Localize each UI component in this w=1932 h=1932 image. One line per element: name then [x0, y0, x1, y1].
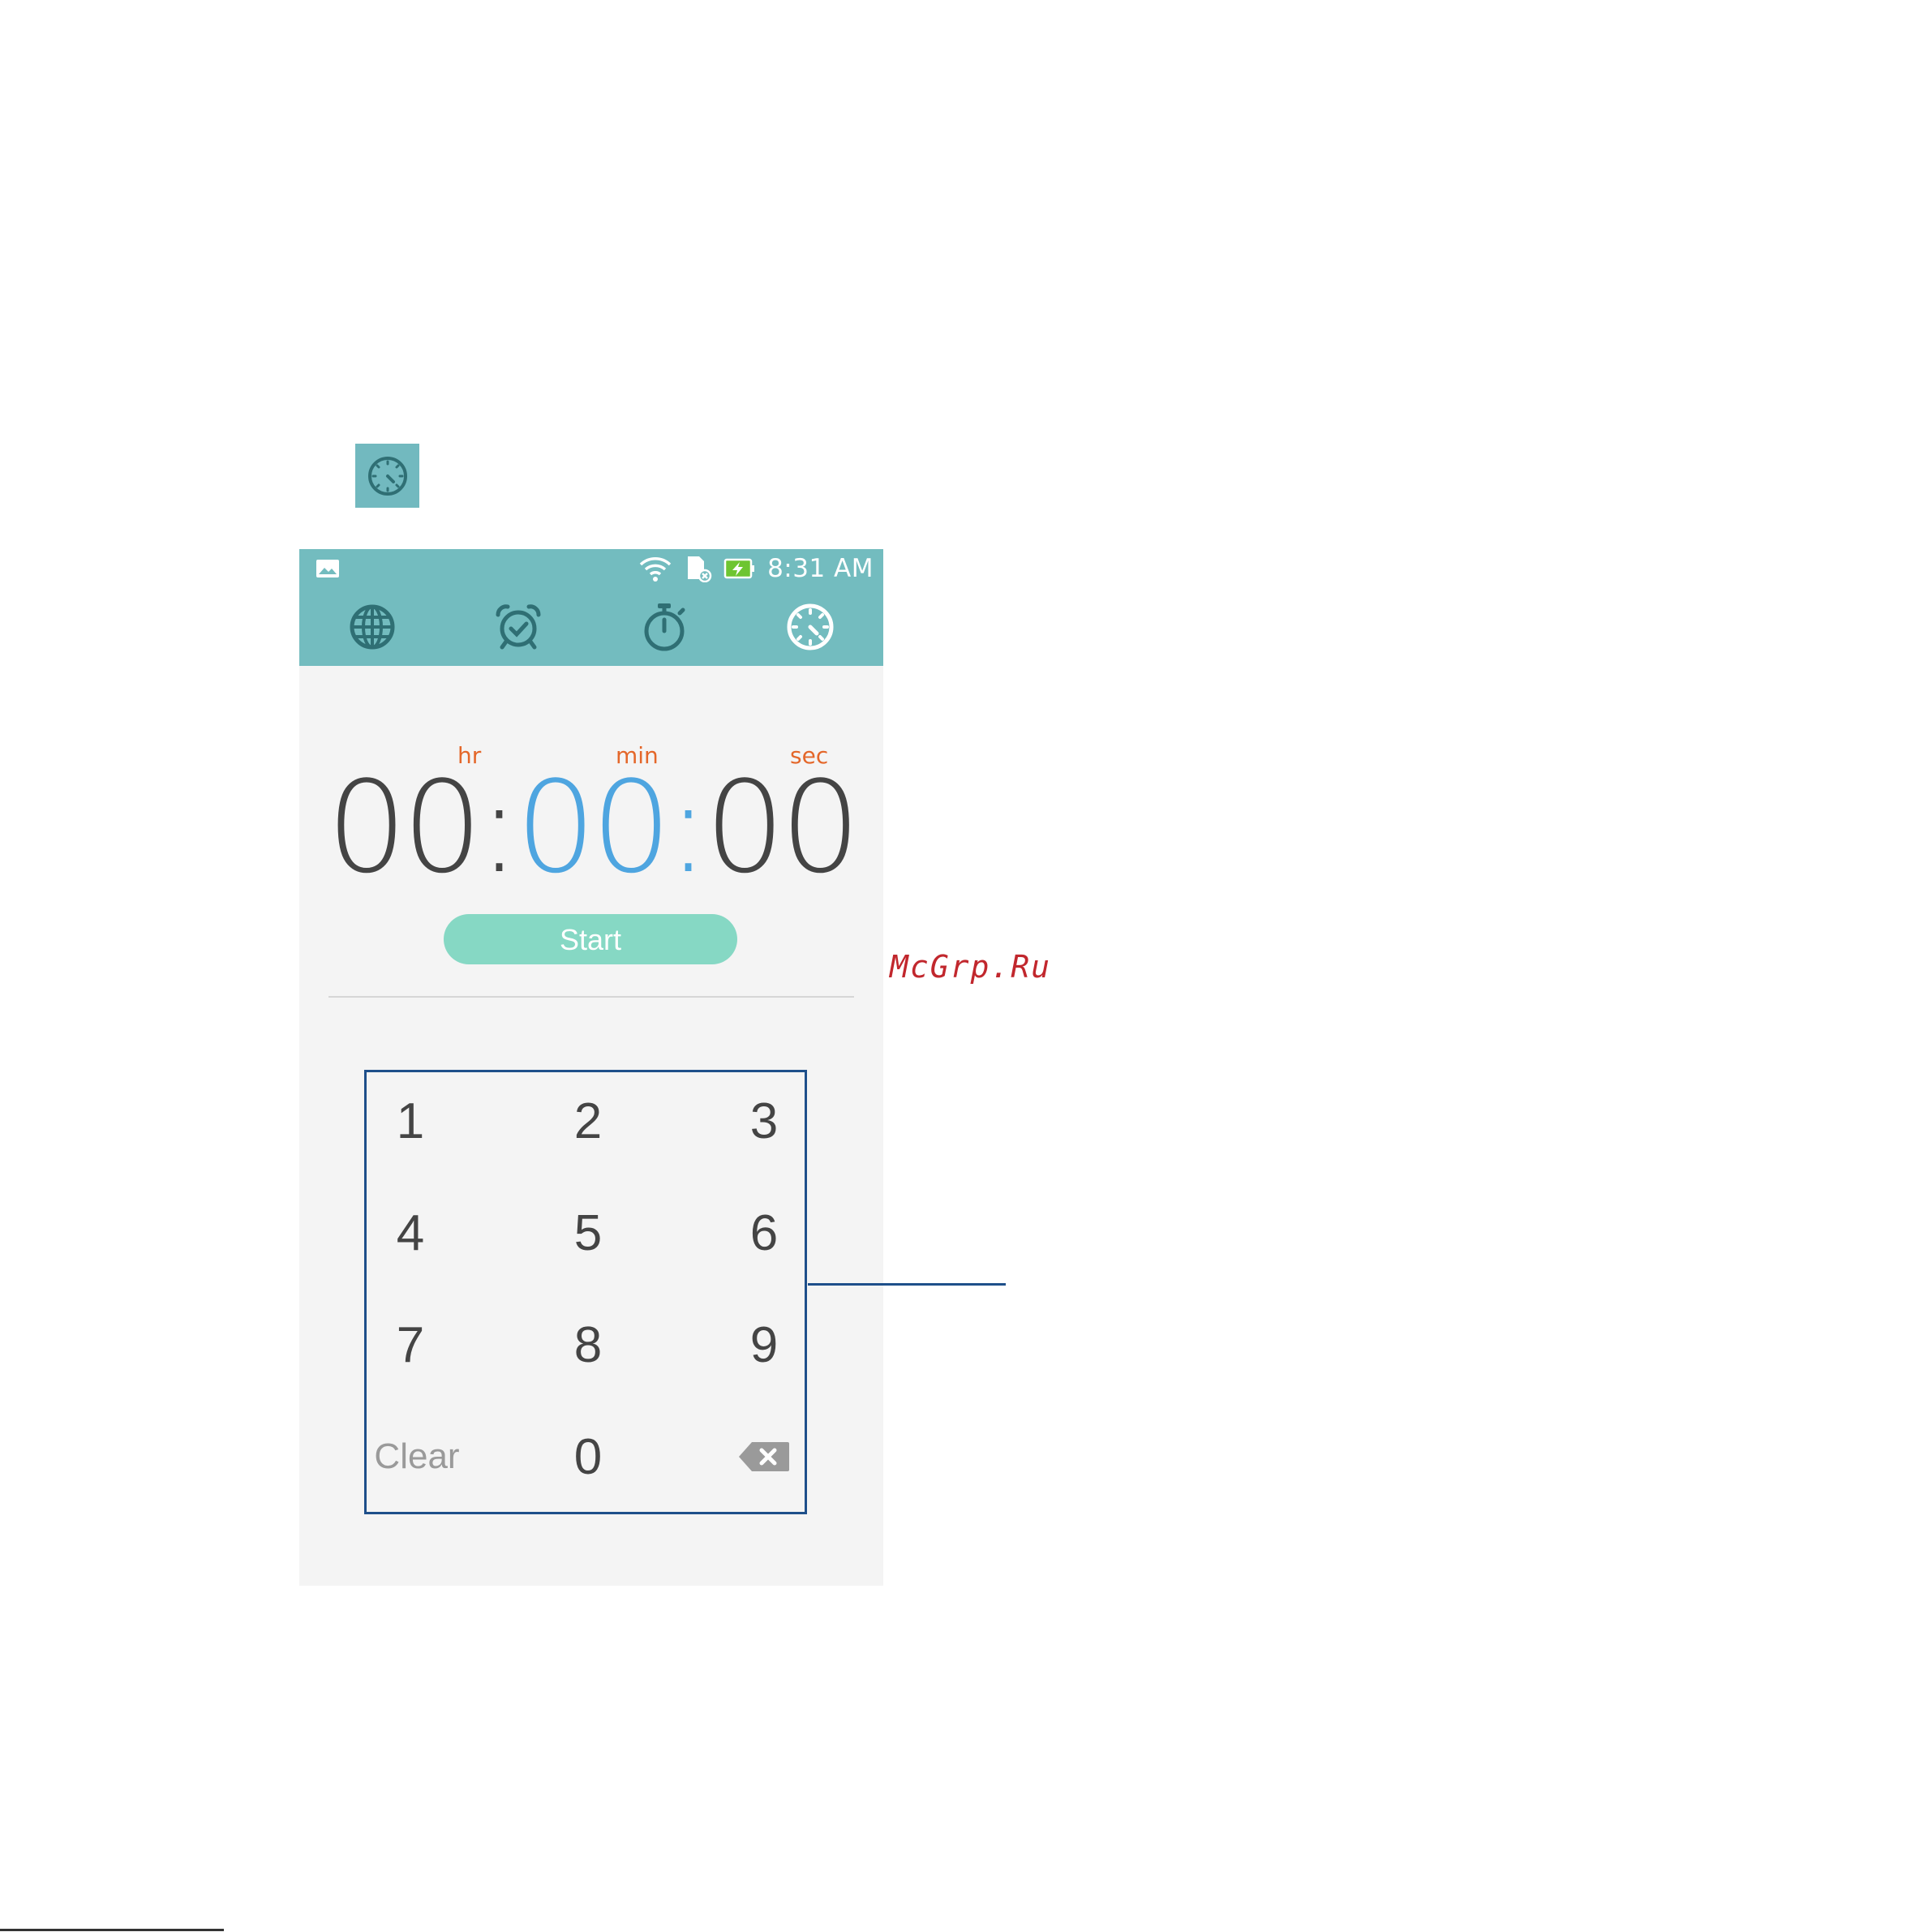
- hours-value[interactable]: 00: [327, 753, 483, 901]
- divider: [328, 996, 854, 998]
- manual-page: 8:31 AM hr min sec 00:00:00 Start 1 2 3 …: [0, 0, 1932, 1932]
- globe-icon: [350, 604, 395, 650]
- key-2[interactable]: 2: [539, 1072, 637, 1170]
- tab-stopwatch[interactable]: [591, 588, 737, 666]
- backspace-button[interactable]: [715, 1408, 813, 1505]
- alarm-clock-icon: [496, 604, 541, 650]
- key-5[interactable]: 5: [539, 1184, 637, 1282]
- timer-display: 00:00:00: [299, 758, 883, 896]
- minutes-value[interactable]: 00: [516, 753, 672, 901]
- tab-timer[interactable]: [737, 588, 883, 666]
- battery-charging-icon: [723, 558, 755, 579]
- timer-icon: [367, 456, 407, 496]
- key-8[interactable]: 8: [539, 1296, 637, 1393]
- watermark: McGrp.Ru: [890, 949, 1052, 985]
- stopwatch-icon: [644, 603, 685, 651]
- clear-button[interactable]: Clear: [360, 1408, 474, 1505]
- start-button[interactable]: Start: [444, 914, 737, 964]
- keypad-callout-line: [808, 1283, 1006, 1286]
- separator: :: [667, 753, 710, 901]
- clock-tab-bar: [299, 588, 883, 666]
- phone-screen: 8:31 AM hr min sec 00:00:00 Start 1 2 3 …: [299, 549, 883, 1586]
- key-4[interactable]: 4: [362, 1184, 459, 1282]
- key-7[interactable]: 7: [362, 1296, 459, 1393]
- number-keypad: 1 2 3 4 5 6 7 8 9 Clear 0: [364, 1070, 807, 1514]
- separator: :: [478, 753, 521, 901]
- footer-rule: [0, 1929, 224, 1931]
- seconds-value[interactable]: 00: [705, 753, 861, 901]
- status-time: 8:31 AM: [767, 554, 874, 583]
- timer-icon: [787, 603, 834, 650]
- backspace-icon: [739, 1442, 789, 1471]
- wifi-icon: [639, 557, 672, 582]
- key-6[interactable]: 6: [715, 1184, 813, 1282]
- tab-alarm[interactable]: [445, 588, 591, 666]
- key-9[interactable]: 9: [715, 1296, 813, 1393]
- sd-card-icon: [688, 556, 712, 582]
- timer-app-icon: [355, 444, 419, 508]
- image-notification-icon: [316, 560, 339, 577]
- key-0[interactable]: 0: [539, 1408, 637, 1505]
- status-bar: 8:31 AM: [299, 549, 883, 588]
- key-1[interactable]: 1: [362, 1072, 459, 1170]
- tab-world-clock[interactable]: [299, 588, 445, 666]
- key-3[interactable]: 3: [715, 1072, 813, 1170]
